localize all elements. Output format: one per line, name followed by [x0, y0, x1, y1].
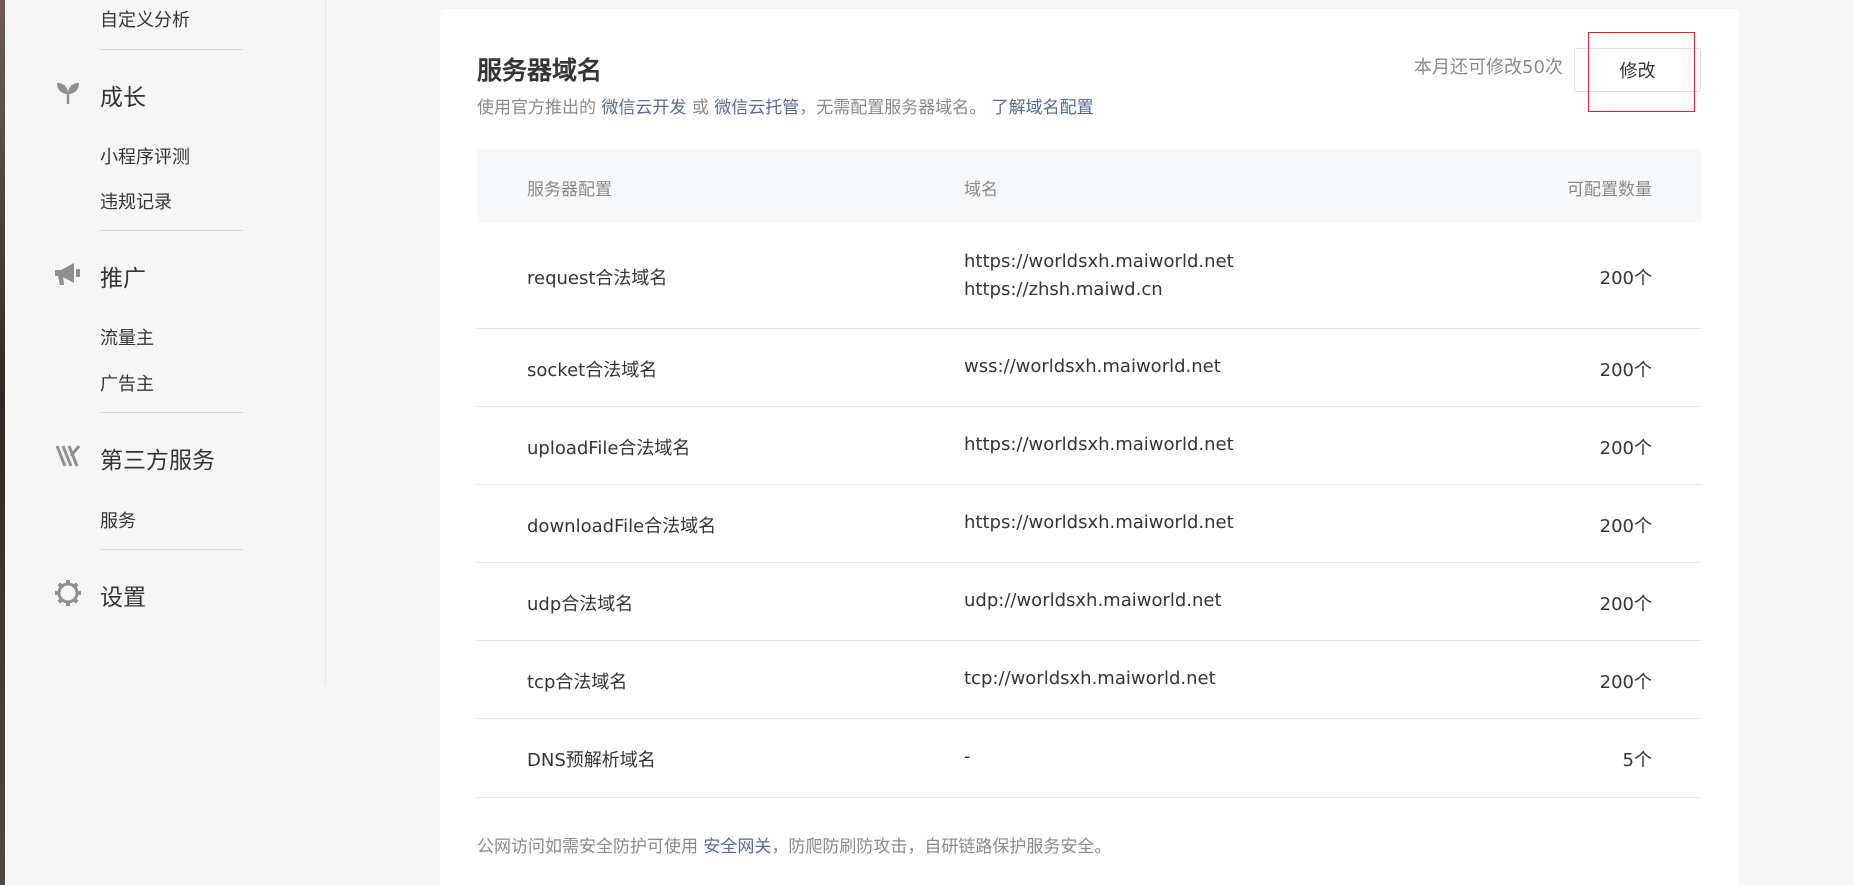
- sidebar-divider: [100, 49, 243, 50]
- sidebar-item-service[interactable]: 服务: [100, 507, 136, 533]
- column-header-count: 可配置数量: [1567, 180, 1652, 200]
- row-count: 200个: [1599, 516, 1652, 537]
- page-title: 服务器域名: [477, 56, 603, 85]
- third-party-icon: [53, 441, 83, 471]
- row-domain: https://worldsxh.maiworld.net: [964, 512, 1234, 533]
- row-config: DNS预解析域名: [527, 750, 656, 771]
- table-header: 服务器配置 域名 可配置数量: [477, 149, 1701, 223]
- table-row: request合法域名 https://worldsxh.maiworld.ne…: [477, 223, 1701, 329]
- megaphone-icon: [53, 259, 83, 289]
- footer-suffix: ，防爬防刷防攻击，自研链路保护服务安全。: [771, 837, 1112, 857]
- sidebar-item-advertiser[interactable]: 广告主: [100, 370, 154, 396]
- table-row: DNS预解析域名 - 5个: [477, 719, 1701, 798]
- table-row: socket合法域名 wss://worldsxh.maiworld.net 2…: [477, 329, 1701, 407]
- row-domain: https://worldsxh.maiworld.net https://zh…: [964, 248, 1234, 304]
- column-header-config: 服务器配置: [527, 180, 612, 200]
- gear-icon: [53, 578, 83, 608]
- sidebar-item-violation-records[interactable]: 违规记录: [100, 188, 172, 214]
- row-domain: udp://worldsxh.maiworld.net: [964, 590, 1222, 611]
- sidebar-section-third-party[interactable]: 第三方服务: [100, 441, 215, 475]
- cloud-host-link[interactable]: 微信云托管: [714, 98, 799, 118]
- card-description: 使用官方推出的 微信云开发 或 微信云托管，无需配置服务器域名。 了解域名配置: [477, 93, 1094, 118]
- column-header-domain: 域名: [964, 180, 998, 200]
- row-domain-line: https://worldsxh.maiworld.net: [964, 251, 1234, 272]
- sidebar-divider: [100, 412, 243, 413]
- sidebar-item-mini-program-review[interactable]: 小程序评测: [100, 143, 190, 169]
- row-count: 200个: [1599, 268, 1652, 289]
- desc-prefix: 使用官方推出的: [477, 98, 596, 118]
- desc-or: 或: [691, 98, 709, 118]
- row-count: 200个: [1599, 360, 1652, 381]
- sidebar-item-traffic-owner[interactable]: 流量主: [100, 324, 154, 350]
- row-config: tcp合法域名: [527, 672, 628, 693]
- table-row: udp合法域名 udp://worldsxh.maiworld.net 200个: [477, 563, 1701, 641]
- sidebar-section-promotion[interactable]: 推广: [100, 259, 146, 293]
- row-config: uploadFile合法域名: [527, 438, 691, 459]
- row-domain: -: [964, 746, 971, 767]
- footer-prefix: 公网访问如需安全防护可使用: [477, 837, 698, 857]
- table-row: uploadFile合法域名 https://worldsxh.maiworld…: [477, 407, 1701, 485]
- server-domain-card: 服务器域名 使用官方推出的 微信云开发 或 微信云托管，无需配置服务器域名。 了…: [440, 9, 1739, 885]
- sidebar-section-growth[interactable]: 成长: [100, 78, 146, 112]
- row-config: socket合法域名: [527, 360, 658, 381]
- row-count: 200个: [1599, 594, 1652, 615]
- row-config: udp合法域名: [527, 594, 634, 615]
- sidebar-divider: [100, 230, 243, 231]
- row-domain: wss://worldsxh.maiworld.net: [964, 356, 1221, 377]
- row-config: downloadFile合法域名: [527, 516, 717, 537]
- table-row: downloadFile合法域名 https://worldsxh.maiwor…: [477, 485, 1701, 563]
- desc-suffix: ，无需配置服务器域名。: [799, 98, 987, 118]
- sidebar: 自定义分析 成长 小程序评测 违规记录 推广 流量主 广告主 第三方服务 服务 …: [5, 0, 326, 685]
- row-domain-line: https://zhsh.maiwd.cn: [964, 279, 1163, 300]
- table-row: tcp合法域名 tcp://worldsxh.maiworld.net 200个: [477, 641, 1701, 719]
- sprout-icon: [53, 78, 83, 108]
- sidebar-divider: [100, 549, 243, 550]
- row-count: 200个: [1599, 672, 1652, 693]
- modify-quota-text: 本月还可修改50次: [1414, 57, 1563, 78]
- sidebar-section-settings[interactable]: 设置: [100, 578, 146, 612]
- row-count: 5个: [1622, 750, 1652, 771]
- row-domain: tcp://worldsxh.maiworld.net: [964, 668, 1216, 689]
- row-config: request合法域名: [527, 268, 668, 289]
- sidebar-item-custom-analysis[interactable]: 自定义分析: [100, 6, 190, 32]
- learn-domain-config-link[interactable]: 了解域名配置: [992, 98, 1094, 118]
- modify-button[interactable]: 修改: [1574, 48, 1701, 92]
- cloud-dev-link[interactable]: 微信云开发: [601, 98, 686, 118]
- security-gateway-link[interactable]: 安全网关: [703, 837, 771, 857]
- row-count: 200个: [1599, 438, 1652, 459]
- row-domain: https://worldsxh.maiworld.net: [964, 434, 1234, 455]
- page: 自定义分析 成长 小程序评测 违规记录 推广 流量主 广告主 第三方服务 服务 …: [0, 0, 1854, 885]
- security-note: 公网访问如需安全防护可使用 安全网关，防爬防刷防攻击，自研链路保护服务安全。: [477, 832, 1111, 857]
